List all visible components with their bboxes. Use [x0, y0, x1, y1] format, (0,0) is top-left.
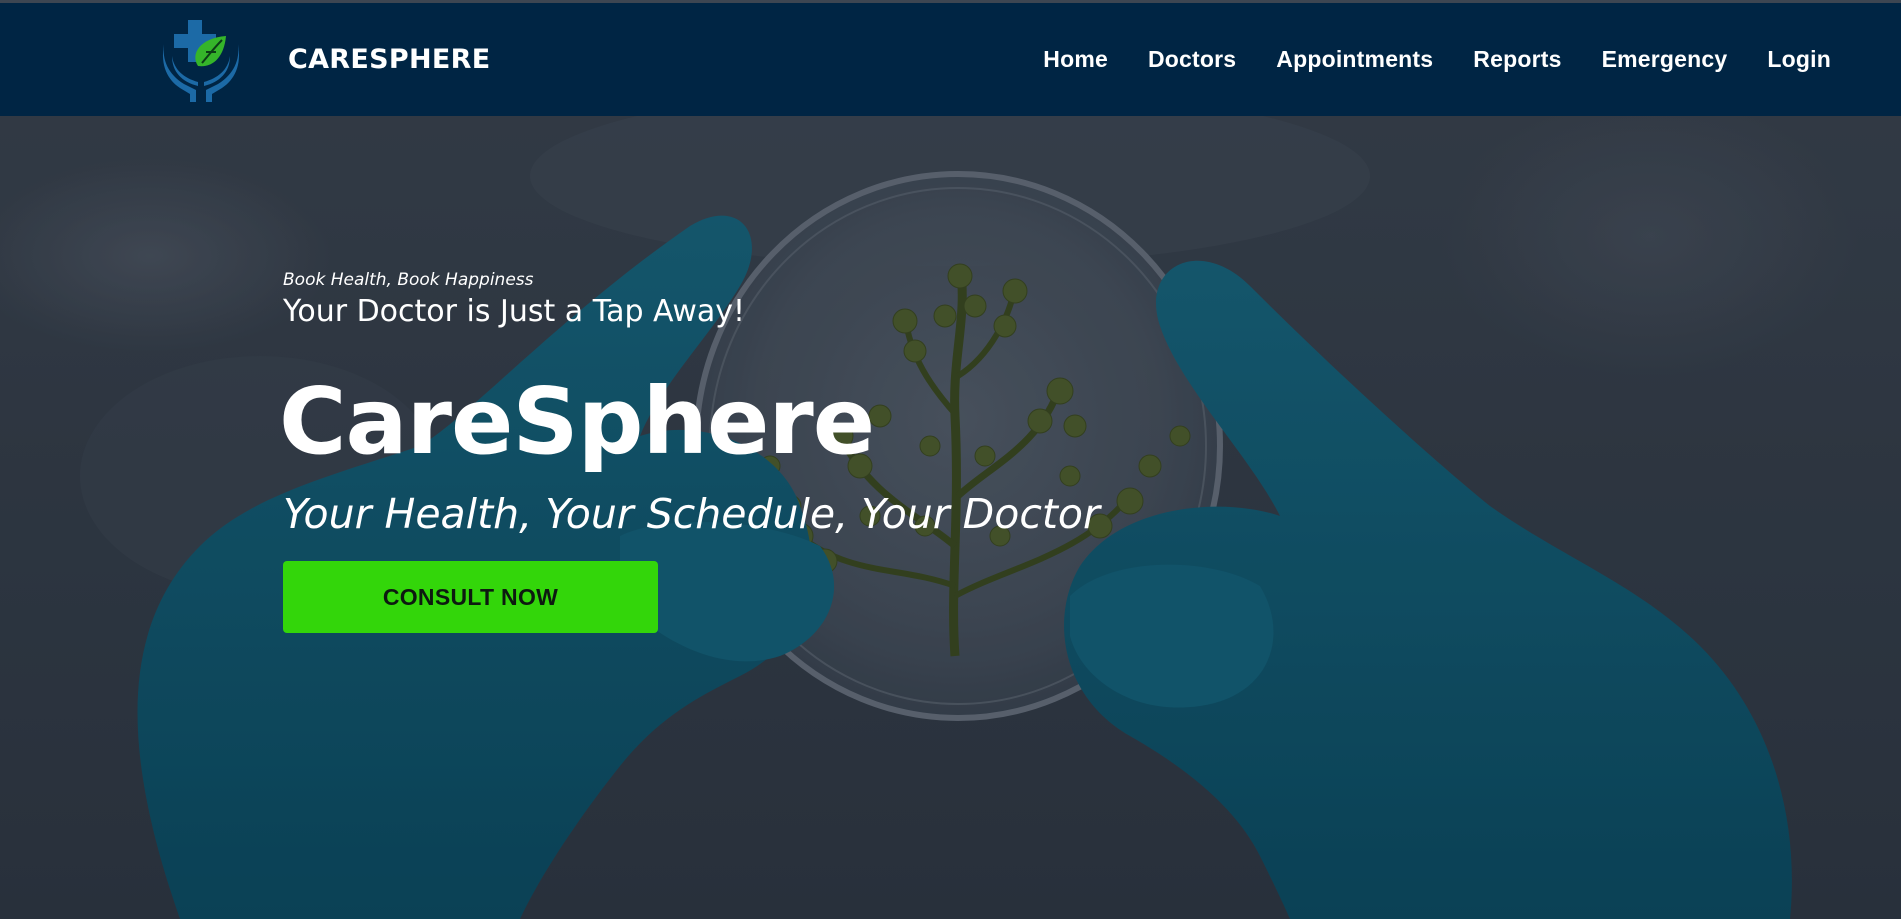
navbar: CARESPHERE Home Doctors Appointments Rep… [0, 3, 1901, 116]
nav-doctors[interactable]: Doctors [1148, 46, 1236, 72]
nav-login[interactable]: Login [1767, 46, 1831, 72]
nav-menu: Home Doctors Appointments Reports Emerge… [1043, 3, 1831, 116]
nav-reports[interactable]: Reports [1473, 46, 1561, 72]
nav-home[interactable]: Home [1043, 46, 1108, 72]
hero-section: Book Health, Book Happiness Your Doctor … [0, 116, 1901, 919]
hero-title: CareSphere [279, 368, 875, 475]
brand-name[interactable]: CARESPHERE [288, 3, 490, 116]
hero-subtitle: Your Health, Your Schedule, Your Doctor [283, 490, 1100, 538]
consult-now-button[interactable]: CONSULT NOW [283, 561, 658, 633]
nav-appointments[interactable]: Appointments [1276, 46, 1433, 72]
medical-cross-hands-leaf-icon [162, 20, 240, 102]
hero-tagline-small: Book Health, Book Happiness [283, 270, 534, 290]
nav-emergency[interactable]: Emergency [1602, 46, 1728, 72]
hero-tagline: Your Doctor is Just a Tap Away! [283, 294, 746, 329]
